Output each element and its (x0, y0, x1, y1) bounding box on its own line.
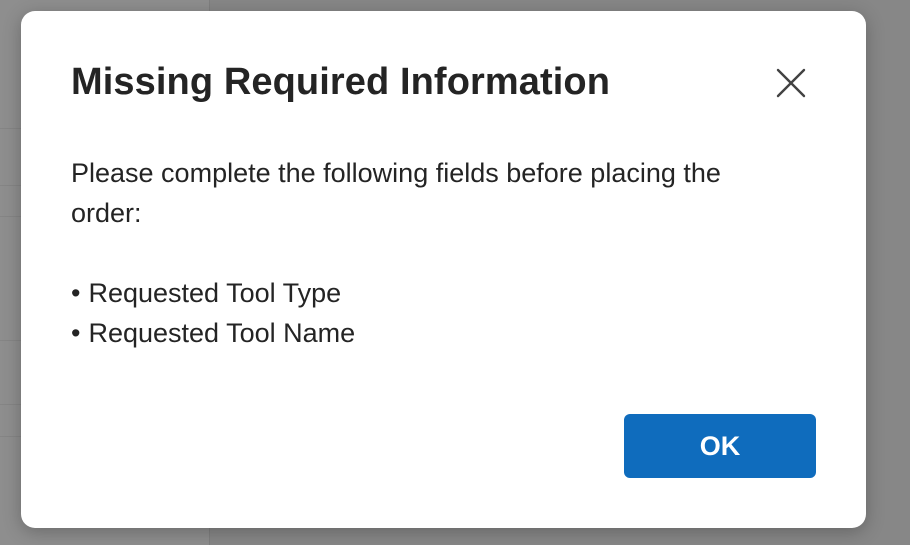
missing-fields-list: • Requested Tool Type • Requested Tool Nam… (71, 273, 791, 353)
ok-button[interactable]: OK (624, 414, 816, 478)
missing-field-item: • Requested Tool Name (71, 313, 791, 353)
missing-info-dialog: Missing Required Information Please comp… (21, 11, 866, 528)
dialog-body: Please complete the following fields bef… (71, 153, 791, 353)
missing-field-label: Requested Tool Name (88, 318, 356, 348)
bullet: • (71, 278, 81, 308)
missing-field-label: Requested Tool Type (88, 278, 342, 308)
bullet: • (71, 318, 81, 348)
dialog-title: Missing Required Information (71, 61, 611, 103)
close-icon (769, 61, 813, 105)
missing-field-item: • Requested Tool Type (71, 273, 791, 313)
dialog-message: Please complete the following fields bef… (71, 158, 721, 228)
close-button[interactable] (769, 61, 813, 105)
